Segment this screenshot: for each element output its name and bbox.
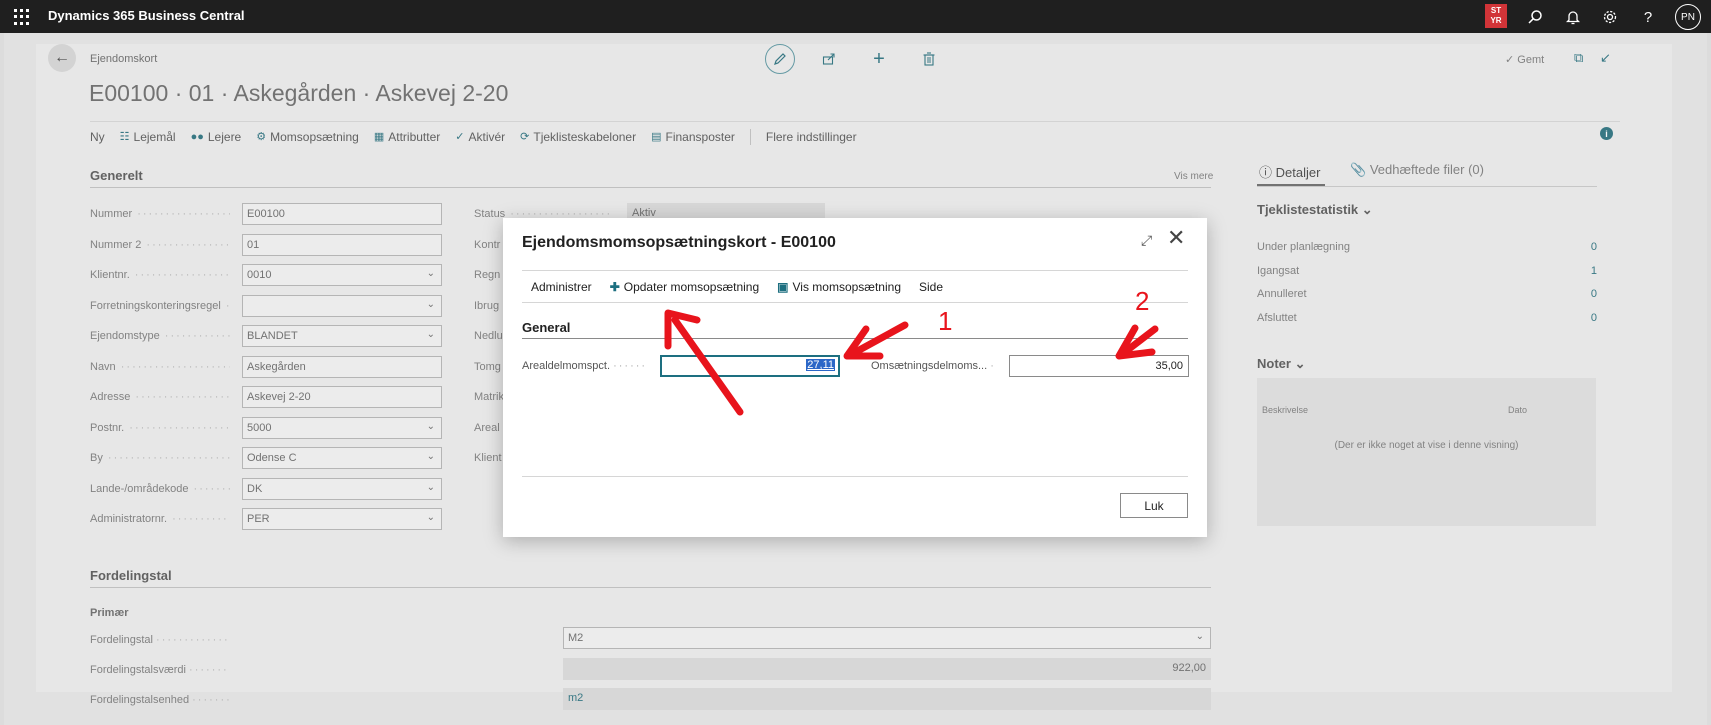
- bell-icon[interactable]: [1561, 5, 1585, 29]
- revenue-vat-label: Omsætningsdelmoms... ·: [871, 360, 996, 372]
- dialog-section-divider: [522, 338, 1188, 339]
- waffle-icon[interactable]: [14, 9, 30, 25]
- revenue-vat-input[interactable]: 35,00: [1009, 355, 1189, 377]
- expand-icon[interactable]: ⤢: [1141, 232, 1152, 249]
- avatar[interactable]: PN: [1675, 4, 1701, 30]
- plus-icon: ✚: [609, 280, 620, 294]
- app-title[interactable]: Dynamics 365 Business Central: [48, 8, 245, 23]
- close-icon[interactable]: ✕: [1167, 226, 1185, 250]
- dialog-divider: [522, 302, 1188, 303]
- area-vat-pct-label: Arealdelmomspct. ······: [522, 360, 648, 372]
- action-view-vat-setup[interactable]: ▣ Vis momsopsætning: [777, 280, 901, 294]
- search-icon[interactable]: [1523, 5, 1547, 29]
- action-page[interactable]: Side: [919, 280, 943, 294]
- view-icon: ▣: [777, 280, 789, 294]
- action-manage[interactable]: Administrer: [531, 280, 592, 294]
- top-bar: Dynamics 365 Business Central ST YR ? PN: [0, 0, 1711, 33]
- dialog-action-bar: Administrer ✚ Opdater momsopsætning ▣ Vis …: [531, 280, 943, 294]
- area-vat-pct-input[interactable]: 27,11: [660, 355, 840, 377]
- help-icon[interactable]: ?: [1636, 5, 1660, 29]
- dialog-footer-divider: [522, 476, 1188, 477]
- dialog-title: Ejendomsmomsopsætningskort - E00100: [522, 234, 836, 251]
- company-badge[interactable]: ST YR: [1485, 4, 1507, 28]
- gear-icon[interactable]: [1598, 5, 1622, 29]
- vat-setup-dialog: Ejendomsmomsopsætningskort - E00100 ⤢ ✕ …: [503, 218, 1207, 537]
- dialog-section-title[interactable]: General: [522, 320, 570, 335]
- action-update-vat-setup[interactable]: ✚ Opdater momsopsætning: [610, 280, 759, 294]
- close-button[interactable]: Luk: [1120, 493, 1188, 518]
- dialog-divider: [522, 270, 1188, 271]
